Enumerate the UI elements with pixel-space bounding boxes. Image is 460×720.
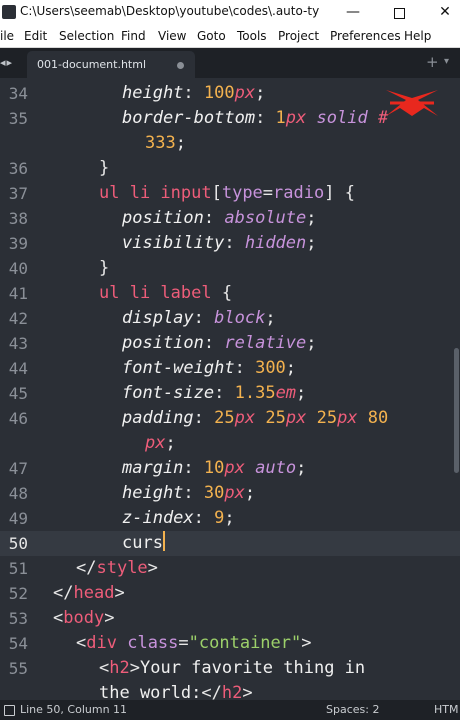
code-line: visibility: hidden; bbox=[122, 233, 317, 253]
code-line: position: relative; bbox=[122, 333, 317, 353]
line-number: 54 bbox=[8, 634, 28, 653]
code-line: </style> bbox=[76, 558, 158, 578]
code-line: </head> bbox=[53, 583, 125, 603]
line-number: 41 bbox=[8, 284, 28, 303]
line-number: 53 bbox=[8, 609, 28, 628]
line-number: 52 bbox=[8, 584, 28, 603]
menu-project[interactable]: Project bbox=[278, 29, 319, 43]
new-tab-icon[interactable]: + bbox=[426, 53, 439, 71]
close-button[interactable]: ✕ bbox=[422, 0, 460, 25]
line-number: 42 bbox=[8, 309, 28, 328]
app-window-icon bbox=[2, 5, 16, 19]
line-number: 43 bbox=[8, 334, 28, 353]
code-line: margin: 10px auto; bbox=[122, 458, 307, 478]
menu-find[interactable]: Find bbox=[121, 29, 146, 43]
maximize-icon bbox=[393, 8, 405, 19]
line-number: 55 bbox=[8, 659, 28, 678]
code-editor[interactable]: 34 35 36 37 38 39 40 41 42 43 44 45 46 4… bbox=[0, 78, 460, 700]
line-number: 34 bbox=[8, 84, 28, 103]
code-line: ul li label { bbox=[99, 283, 233, 303]
unsaved-dot-icon[interactable] bbox=[177, 62, 184, 69]
code-line: <div class="container"> bbox=[76, 633, 312, 653]
window-title: C:\Users\seemab\Desktop\youtube\codes\.a… bbox=[20, 4, 320, 18]
code-line: position: absolute; bbox=[122, 208, 317, 228]
status-bar: Line 50, Column 11 Spaces: 2 HTM bbox=[0, 700, 460, 720]
line-number: 50 bbox=[8, 534, 28, 553]
code-line: z-index: 9; bbox=[122, 508, 235, 528]
menu-edit[interactable]: Edit bbox=[24, 29, 47, 43]
line-number: 46 bbox=[8, 409, 28, 428]
syntax-selector[interactable]: HTM bbox=[434, 703, 458, 716]
text-cursor bbox=[162, 531, 165, 551]
menu-goto[interactable]: Goto bbox=[197, 29, 226, 43]
tab-list-dropdown-icon[interactable]: ▾ bbox=[444, 56, 449, 67]
line-number: 36 bbox=[8, 159, 28, 178]
line-number: 38 bbox=[8, 209, 28, 228]
code-line: ul li input[type=radio] { bbox=[99, 183, 355, 203]
code-line-current: curs bbox=[122, 531, 165, 553]
tab-strip: ◂▸ 001-document.html + ▾ bbox=[0, 48, 460, 78]
code-line: } bbox=[99, 158, 110, 178]
code-line: font-weight: 300; bbox=[122, 358, 297, 378]
cursor-position: Line 50, Column 11 bbox=[20, 703, 128, 716]
code-line: 333; bbox=[145, 133, 186, 153]
code-line: } bbox=[99, 258, 110, 278]
code-line: border-bottom: 1px solid # bbox=[122, 108, 389, 128]
line-number: 35 bbox=[8, 109, 28, 128]
code-line: font-size: 1.35em; bbox=[122, 383, 307, 403]
line-number: 40 bbox=[8, 259, 28, 278]
tab-label: 001-document.html bbox=[37, 58, 147, 71]
menu-help[interactable]: Help bbox=[404, 29, 431, 43]
code-line: height: 100px; bbox=[122, 83, 266, 103]
tab-nav-arrows-icon[interactable]: ◂▸ bbox=[0, 56, 13, 69]
line-number: 45 bbox=[8, 384, 28, 403]
minimize-button[interactable]: — bbox=[330, 0, 376, 25]
menu-preferences[interactable]: Preferences bbox=[330, 29, 401, 43]
maximize-button[interactable] bbox=[376, 0, 422, 25]
line-number: 39 bbox=[8, 234, 28, 253]
menu-file[interactable]: ile bbox=[0, 29, 14, 43]
code-line: <h2>Your favorite thing in bbox=[99, 658, 366, 678]
red-x-logo-icon bbox=[386, 90, 438, 116]
current-line-highlight: 50 bbox=[0, 531, 460, 556]
line-number: 44 bbox=[8, 359, 28, 378]
code-line: padding: 25px 25px 25px 80 bbox=[122, 408, 389, 428]
line-number: 48 bbox=[8, 484, 28, 503]
title-bar: C:\Users\seemab\Desktop\youtube\codes\.a… bbox=[0, 0, 460, 25]
tab-001-document[interactable]: 001-document.html bbox=[27, 51, 195, 78]
indent-setting[interactable]: Spaces: 2 bbox=[326, 703, 379, 716]
panel-toggle-icon[interactable] bbox=[4, 705, 15, 716]
code-line: <body> bbox=[53, 608, 115, 628]
menu-view[interactable]: View bbox=[158, 29, 186, 43]
menu-bar: ile Edit Selection Find View Goto Tools … bbox=[0, 25, 460, 48]
code-line: height: 30px; bbox=[122, 483, 256, 503]
line-number: 49 bbox=[8, 509, 28, 528]
code-line: the world:</h2> bbox=[99, 683, 253, 700]
editor-scrollbar[interactable] bbox=[454, 348, 459, 473]
line-number: 51 bbox=[8, 559, 28, 578]
line-number: 47 bbox=[8, 459, 28, 478]
line-number: 37 bbox=[8, 184, 28, 203]
code-line: display: block; bbox=[122, 308, 276, 328]
code-line: px; bbox=[145, 433, 176, 453]
menu-selection[interactable]: Selection bbox=[59, 29, 114, 43]
menu-tools[interactable]: Tools bbox=[237, 29, 267, 43]
